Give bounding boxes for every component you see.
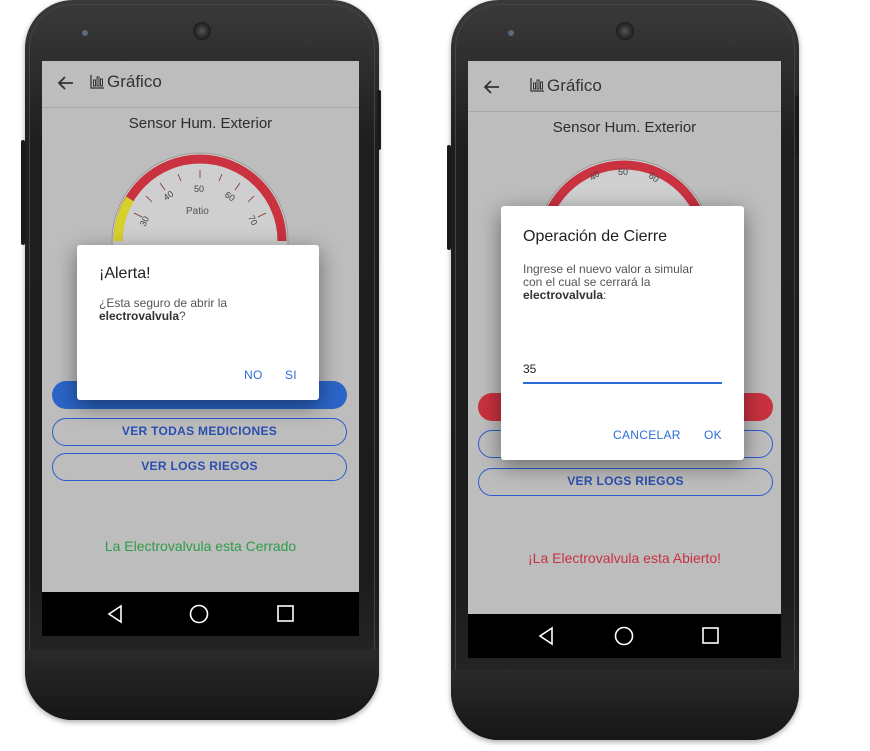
view-irrigation-logs-button[interactable]: VER LOGS RIEGOS xyxy=(478,468,773,496)
dialog-ok-button[interactable]: OK xyxy=(704,428,722,442)
front-camera-icon xyxy=(616,22,634,40)
dialog-message-bold: electrovalvula xyxy=(99,309,180,323)
simulated-value-input[interactable]: 35 xyxy=(523,362,536,376)
bar-chart-icon xyxy=(90,75,104,89)
gauge-label: Patio xyxy=(186,206,209,217)
dialog-message-suffix: ? xyxy=(179,309,186,323)
android-nav-bar xyxy=(42,592,359,636)
humidity-gauge: 30 40 50 60 70 Patio xyxy=(111,152,289,251)
home-circle-icon[interactable] xyxy=(189,604,209,624)
dialog-yes-button[interactable]: SI xyxy=(285,368,297,382)
close-operation-dialog: Operación de Cierre Ingrese el nuevo val… xyxy=(501,206,744,460)
dialog-message: ¿Esta seguro de abrir la electrovalvula? xyxy=(99,297,309,323)
gauge-tick-label: 50 xyxy=(194,184,204,194)
dialog-title: Operación de Cierre xyxy=(523,228,668,245)
view-all-measurements-button[interactable]: VER TODAS MEDICIONES xyxy=(52,418,347,446)
view-irrigation-logs-button[interactable]: VER LOGS RIEGOS xyxy=(52,453,347,481)
app-bar: Gráfico xyxy=(468,61,781,112)
dialog-message-suffix: : xyxy=(603,288,607,302)
dialog-message: Ingrese el nuevo valor a simular con el … xyxy=(523,263,738,302)
dialog-message-line: con el cual se cerrará la xyxy=(523,275,651,289)
phone-chin xyxy=(25,650,379,720)
front-camera-icon xyxy=(193,22,211,40)
home-circle-icon[interactable] xyxy=(614,626,634,646)
arrow-back-icon[interactable] xyxy=(482,77,502,97)
valve-status-text: ¡La Electrovalvula esta Abierto! xyxy=(528,550,721,566)
phone-chin xyxy=(451,670,799,740)
sensor-title: Sensor Hum. Exterior xyxy=(552,119,697,136)
back-triangle-icon[interactable] xyxy=(106,604,124,624)
dialog-cancel-button[interactable]: CANCELAR xyxy=(613,428,681,442)
page-title: Gráfico xyxy=(547,76,602,95)
speaker-grille xyxy=(305,30,319,61)
speaker-grille xyxy=(729,30,743,61)
sensor-title: Sensor Hum. Exterior xyxy=(128,115,273,132)
front-sensor xyxy=(82,30,88,36)
phone-side-button xyxy=(447,145,451,250)
recents-square-icon[interactable] xyxy=(276,604,294,624)
dialog-message-line: Ingrese el nuevo valor a simular xyxy=(523,262,694,276)
valve-status-text: La Electrovalvula esta Cerrado xyxy=(104,538,297,554)
page-title: Gráfico xyxy=(107,72,162,91)
arrow-back-icon[interactable] xyxy=(56,73,76,93)
phone-volume-button xyxy=(377,90,381,150)
dialog-title: ¡Alerta! xyxy=(99,265,151,282)
dialog-no-button[interactable]: NO xyxy=(244,368,263,382)
bar-chart-icon xyxy=(530,78,544,92)
alert-dialog: ¡Alerta! ¿Esta seguro de abrir la electr… xyxy=(77,245,319,400)
phone-side-button xyxy=(21,140,25,245)
back-triangle-icon[interactable] xyxy=(537,626,555,646)
recents-square-icon[interactable] xyxy=(701,626,719,646)
app-bar: Gráfico xyxy=(42,61,359,108)
front-sensor xyxy=(508,30,514,36)
input-underline xyxy=(523,382,722,384)
gauge-tick-label: 50 xyxy=(618,167,628,177)
dialog-message-text: ¿Esta seguro de abrir la xyxy=(99,296,228,310)
dialog-message-bold: electrovalvula xyxy=(523,288,604,302)
android-nav-bar xyxy=(468,614,781,658)
phone-volume-button xyxy=(795,95,799,155)
